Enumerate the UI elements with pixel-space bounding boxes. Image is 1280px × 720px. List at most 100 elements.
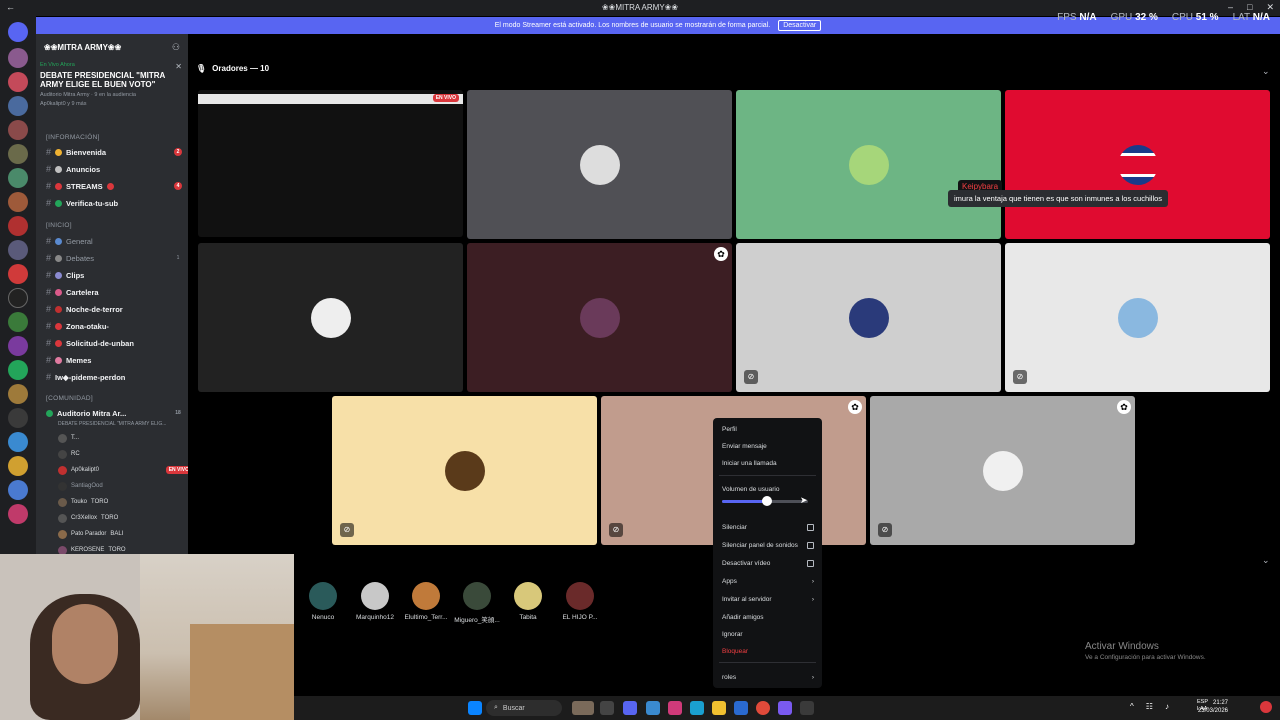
chrome-icon[interactable] [756,701,770,715]
settings-icon[interactable]: ✿ [1117,400,1131,414]
server-icon[interactable] [8,168,28,188]
app-icon[interactable] [800,701,814,715]
server-icon[interactable] [8,192,28,212]
checkbox[interactable] [807,559,814,567]
disable-streamer-button[interactable]: Desactivar [778,20,822,31]
checkbox[interactable] [807,541,814,549]
speaker-tile[interactable]: ✿ [467,243,732,392]
server-icon[interactable] [8,120,28,140]
channel-anuncios[interactable]: # Anuncios [46,162,186,176]
server-icon[interactable] [8,456,28,476]
category-informacion[interactable]: [INFORMACIÓN] [46,134,100,141]
channel-solicitud-de-unban[interactable]: # Solicitud-de-unban [46,336,186,350]
speaker-tile[interactable] [1005,90,1270,239]
menu-item-enviar-mensaje[interactable]: Enviar mensaje [722,440,814,452]
channel-noche-de-terror[interactable]: # Noche-de-terror [46,302,186,316]
speaker-tile[interactable]: ⊘ [332,396,597,545]
server-icon[interactable] [8,288,28,308]
menu-item-invitar[interactable]: Invitar al servidor › [722,593,814,605]
volume-slider-handle[interactable] [761,496,772,506]
menu-item-desactivar-video[interactable]: Desactivar vídeo [722,557,814,569]
invite-icon[interactable]: ⚇ [172,42,180,53]
discord-home-icon[interactable] [8,22,28,42]
chevron-down-icon[interactable]: ⌄ [1262,555,1270,566]
taskbar-clock[interactable]: 21:27 23/03/2026 [1198,699,1228,715]
live-event-card[interactable]: En Vivo Ahora ✕ DEBATE PRESIDENCIAL "MIT… [40,62,184,107]
network-icon[interactable]: ☷ [1146,702,1153,711]
task-view-icon[interactable] [600,701,614,715]
store-icon[interactable] [734,701,748,715]
audience-member[interactable]: Marquinho12 [349,582,401,621]
server-icon[interactable] [8,48,28,68]
settings-icon[interactable]: ✿ [714,247,728,261]
audience-member[interactable]: Tabita [502,582,554,621]
menu-item-ignorar[interactable]: Ignorar [722,628,814,640]
speaker-tile[interactable] [736,90,1001,239]
tray-chevron-icon[interactable]: ^ [1130,702,1134,711]
voice-user[interactable]: Touko TORO [58,496,108,508]
channel-memes[interactable]: # Memes [46,353,186,367]
server-icon[interactable] [8,144,28,164]
channel-pideme-perdon[interactable]: # Iw◆-pideme-perdon [46,370,186,384]
channel-verifica[interactable]: # Verifica-tu-sub [46,196,186,210]
file-explorer-icon[interactable] [712,701,726,715]
settings-icon[interactable]: ✿ [848,400,862,414]
widgets-icon[interactable] [572,701,594,715]
edge-icon[interactable] [690,701,704,715]
menu-item-apps[interactable]: Apps › [722,575,814,587]
audience-member[interactable]: Elultimo_Terr... [400,582,452,621]
server-icon[interactable] [8,408,28,428]
menu-item-anadir-amigos[interactable]: Añadir amigos [722,611,814,623]
server-icon[interactable] [8,216,28,236]
channel-bienvenida[interactable]: # Bienvenida 2 [46,145,186,159]
checkbox[interactable] [807,523,814,531]
voice-user[interactable]: Ap0kalipt0 EN VIVO [58,464,188,476]
windows-start-icon[interactable] [468,701,482,715]
server-icon[interactable] [8,336,28,356]
voice-user[interactable]: Cr3Xellox TORO [58,512,118,524]
server-icon[interactable] [8,432,28,452]
chevron-down-icon[interactable]: ⌄ [1262,66,1270,77]
server-icon[interactable] [8,480,28,500]
server-icon[interactable] [8,360,28,380]
app-icon[interactable] [778,701,792,715]
category-inicio[interactable]: [INICIO] [46,222,72,229]
speaker-tile[interactable] [198,243,463,392]
server-icon[interactable] [8,504,28,524]
voice-user[interactable]: Pato Parador BALI [58,528,123,540]
menu-item-silenciar[interactable]: Silenciar [722,521,814,533]
speaker-tile[interactable]: ⊘ ✿ [870,396,1135,545]
voice-user[interactable]: SantiagOod [58,480,103,492]
server-icon[interactable] [8,96,28,116]
discord-taskbar-icon[interactable] [623,701,637,715]
audience-member[interactable]: EL HIJO P... [554,582,606,621]
server-icon[interactable] [8,72,28,92]
channel-debates[interactable]: # Debates 1 [46,251,186,265]
channel-general[interactable]: # General [46,234,186,248]
app-icon[interactable] [668,701,682,715]
taskbar-search[interactable]: ⌕ Buscar [486,700,562,716]
channel-streams[interactable]: # STREAMS 4 [46,179,186,193]
stream-tile[interactable]: EN VIVO [198,90,463,237]
app-icon[interactable] [646,701,660,715]
notification-icon[interactable] [1260,701,1272,713]
menu-item-roles[interactable]: roles › [722,671,814,683]
speaker-tile[interactable]: ⊘ [1005,243,1270,392]
close-icon[interactable]: ✕ [175,62,182,71]
speaker-tile[interactable] [467,90,732,239]
volume-icon[interactable]: ♪ [1165,702,1169,711]
speaker-tile[interactable]: ⊘ [736,243,1001,392]
menu-item-silenciar-panel[interactable]: Silenciar panel de sonidos [722,539,814,551]
audience-member[interactable]: Miguero_笑顔... [451,582,503,624]
server-icon[interactable] [8,384,28,404]
category-comunidad[interactable]: [COMUNIDAD] [46,395,93,402]
channel-clips[interactable]: # Clips [46,268,186,282]
menu-item-iniciar-llamada[interactable]: Iniciar una llamada [722,457,814,469]
server-icon[interactable] [8,264,28,284]
channel-zona-otaku[interactable]: # Zona-otaku- [46,319,186,333]
menu-item-bloquear[interactable]: Bloquear [722,645,814,657]
audience-member[interactable]: Nenuco [297,582,349,621]
server-name[interactable]: ❀❀MITRA ARMY❀❀ [44,43,121,52]
menu-item-perfil[interactable]: Perfil [722,423,814,435]
channel-cartelera[interactable]: # Cartelera [46,285,186,299]
